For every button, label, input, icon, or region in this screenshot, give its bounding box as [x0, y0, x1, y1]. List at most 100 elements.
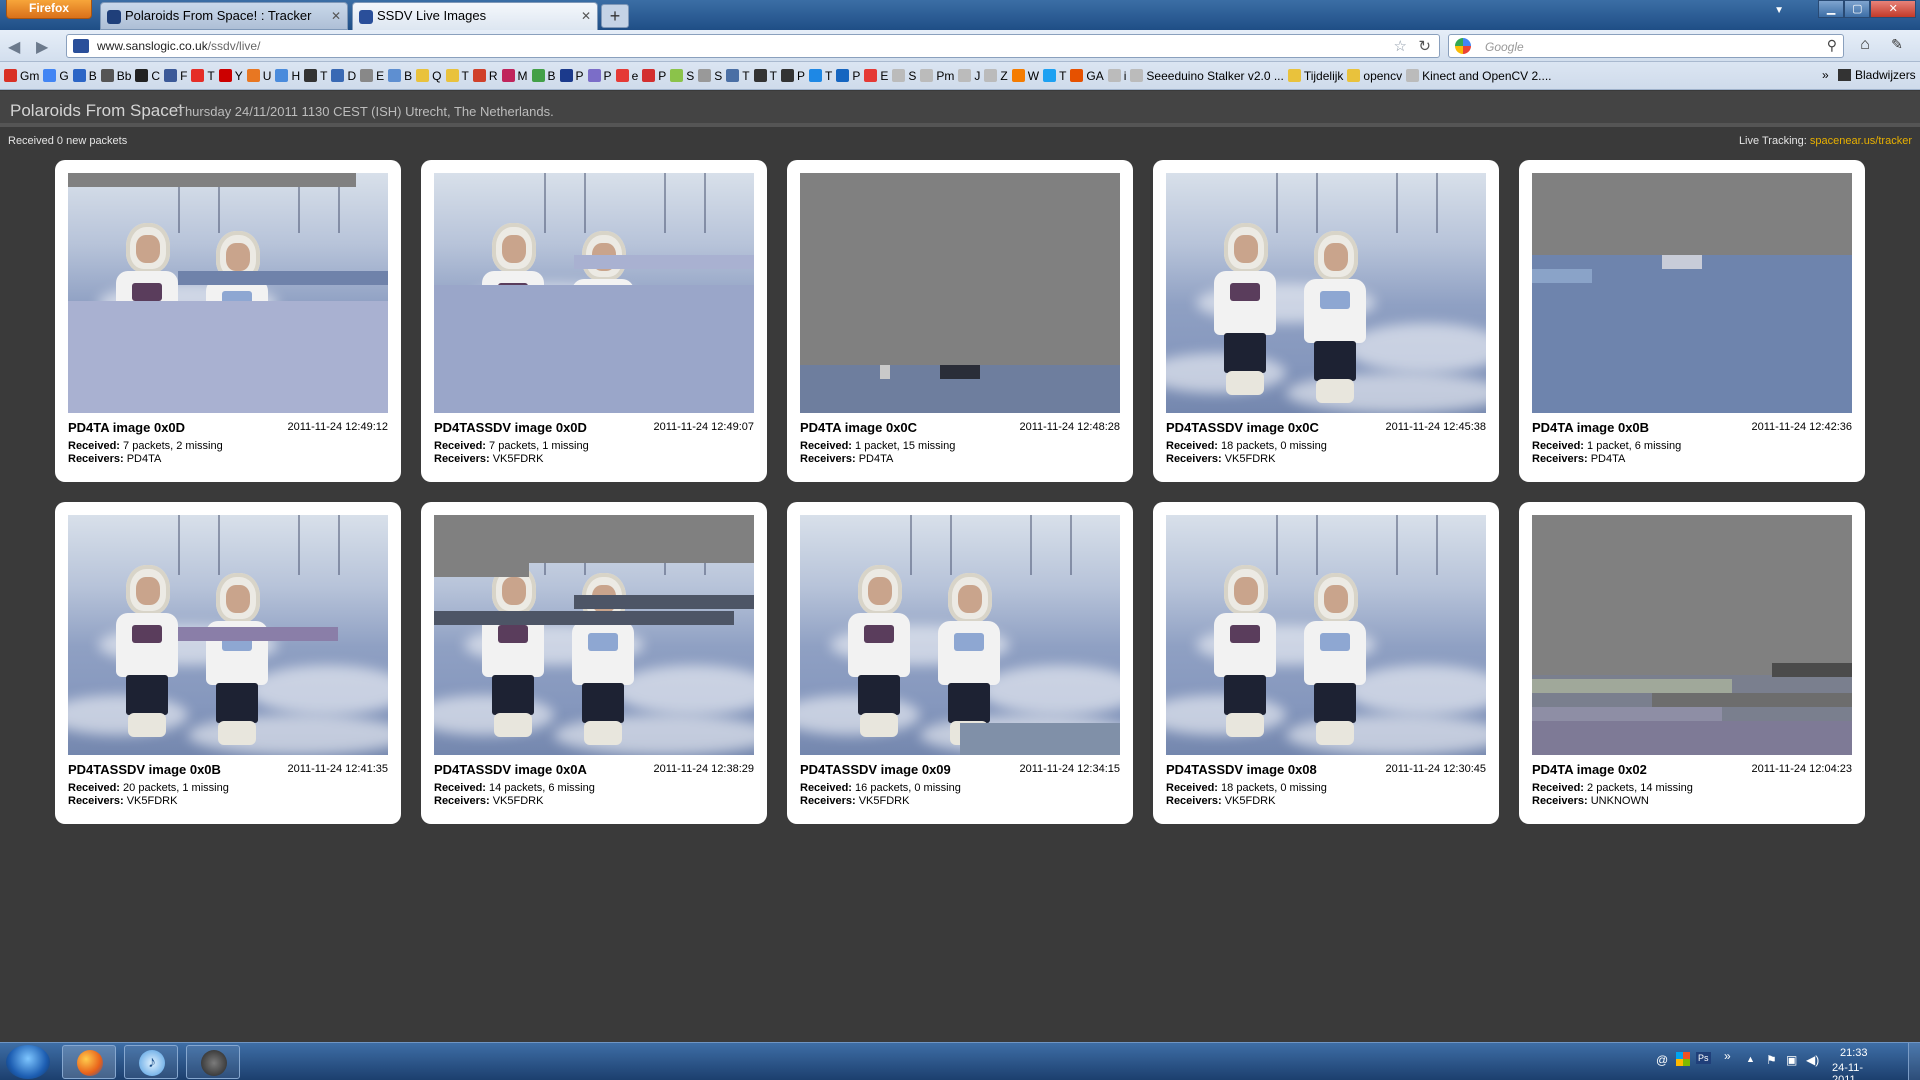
bookmark-item[interactable]: Q — [416, 68, 442, 84]
bookmark-item[interactable]: T — [1043, 68, 1066, 84]
bookmark-item[interactable]: T — [191, 68, 215, 84]
bookmark-item[interactable]: W — [1011, 68, 1039, 84]
close-tab-icon[interactable]: ✕ — [331, 3, 341, 29]
image-card[interactable]: PD4TASSDV image 0x0B 2011-11-24 12:41:35 R… — [55, 502, 401, 824]
ssdv-image-thumbnail[interactable] — [1166, 515, 1486, 755]
bookmark-item[interactable]: Tijdelijk — [1287, 68, 1343, 84]
tab-tracker[interactable]: Polaroids From Space! : Tracker ✕ — [100, 2, 348, 30]
bookmark-item[interactable]: H — [275, 68, 300, 84]
taskbar-steam-icon[interactable] — [186, 1045, 240, 1079]
ssdv-image-thumbnail[interactable] — [68, 515, 388, 755]
image-card[interactable]: PD4TASSDV image 0x0A 2011-11-24 12:38:29 R… — [421, 502, 767, 824]
clock-time[interactable]: 21:33 — [1840, 1047, 1868, 1059]
bookmark-item[interactable]: Pm — [920, 68, 954, 84]
bookmark-item[interactable]: C — [135, 68, 160, 84]
bookmark-item[interactable]: Kinect and OpenCV 2.... — [1406, 68, 1552, 84]
bookmark-item[interactable]: D — [331, 68, 356, 84]
image-card[interactable]: PD4TASSDV image 0x08 2011-11-24 12:30:45 R… — [1153, 502, 1499, 824]
bookmark-item[interactable]: Y — [218, 68, 243, 84]
image-card[interactable]: PD4TASSDV image 0x0D 2011-11-24 12:49:07 R… — [421, 160, 767, 482]
bookmark-item[interactable]: e — [615, 68, 638, 84]
bookmark-item[interactable]: E — [360, 68, 384, 84]
taskbar-itunes-icon[interactable]: ♪ — [124, 1045, 178, 1079]
bookmarks-folder[interactable]: Bladwijzers — [1838, 68, 1916, 82]
ssdv-image-thumbnail[interactable] — [1166, 173, 1486, 413]
bookmarks-more-chevron-icon[interactable]: » — [1822, 68, 1829, 82]
bookmark-item[interactable]: R — [472, 68, 498, 84]
clock-date[interactable]: 24-11-2011 — [1832, 1062, 1880, 1080]
bookmark-item[interactable]: GA — [1070, 68, 1104, 84]
ssdv-image-thumbnail[interactable] — [68, 173, 388, 413]
show-desktop-button[interactable] — [1908, 1043, 1920, 1080]
forward-arrow-icon[interactable]: ▶ — [36, 37, 48, 57]
image-card[interactable]: PD4TA image 0x0B 2011-11-24 12:42:36 Recei… — [1519, 160, 1865, 482]
close-window-icon[interactable]: ✕ — [1870, 0, 1916, 18]
tray-arrow-up-icon[interactable]: ▲ — [1746, 1054, 1755, 1064]
bookmark-item[interactable]: P — [642, 68, 666, 84]
volume-icon[interactable]: ◀) — [1806, 1053, 1819, 1067]
bookmark-item[interactable]: P — [780, 68, 805, 84]
back-arrow-icon[interactable]: ◀ — [8, 37, 20, 57]
search-input[interactable]: Google — [1485, 40, 1524, 54]
bookmark-item[interactable]: J — [958, 68, 980, 84]
url-bar[interactable]: www.sanslogic.co.uk/ssdv/live/ ☆ ↻ — [66, 34, 1440, 58]
bookmark-item[interactable]: Seeeduino Stalker v2.0 ... — [1130, 68, 1284, 84]
bookmark-item[interactable]: G — [43, 68, 69, 84]
bookmark-item[interactable]: Z — [984, 68, 1008, 84]
tray-flag-icon[interactable] — [1676, 1052, 1690, 1066]
tab-ssdv-live[interactable]: SSDV Live Images ✕ — [352, 2, 598, 30]
google-search-engine-icon[interactable] — [1455, 38, 1471, 54]
bookmark-item[interactable]: B — [388, 68, 412, 84]
new-tab-button[interactable]: + — [601, 4, 629, 28]
bookmark-item[interactable]: T — [445, 68, 469, 84]
bookmark-item[interactable]: U — [246, 68, 271, 84]
minimize-icon[interactable]: ▁ — [1818, 0, 1845, 18]
image-card[interactable]: PD4TA image 0x0C 2011-11-24 12:48:28 Recei… — [787, 160, 1133, 482]
bookmark-item[interactable]: T — [753, 68, 777, 84]
bookmark-item[interactable]: opencv — [1347, 68, 1402, 84]
bookmark-item[interactable]: M — [501, 68, 528, 84]
ssdv-image-thumbnail[interactable] — [800, 515, 1120, 755]
image-card[interactable]: PD4TA image 0x0D 2011-11-24 12:49:12 Recei… — [55, 160, 401, 482]
bookmark-item[interactable]: S — [698, 68, 722, 84]
tray-expand-chevron-icon[interactable]: » — [1724, 1049, 1731, 1063]
bookmark-item[interactable]: E — [864, 68, 888, 84]
ssdv-image-thumbnail[interactable] — [434, 515, 754, 755]
ssdv-image-thumbnail[interactable] — [800, 173, 1120, 413]
bookmark-item[interactable]: S — [892, 68, 916, 84]
network-icon[interactable]: ▣ — [1786, 1053, 1797, 1067]
ssdv-image-thumbnail[interactable] — [1532, 515, 1852, 755]
bookmark-item[interactable]: S — [670, 68, 694, 84]
bookmark-item[interactable]: P — [559, 68, 584, 84]
search-bar[interactable]: Google ⚲ — [1448, 34, 1844, 58]
image-card[interactable]: PD4TA image 0x02 2011-11-24 12:04:23 Recei… — [1519, 502, 1865, 824]
tab-list-chevron-icon[interactable]: ▼ — [1774, 5, 1784, 16]
reload-icon[interactable]: ↻ — [1418, 37, 1431, 55]
bookmark-star-icon[interactable]: ☆ — [1394, 37, 1407, 55]
bookmark-item[interactable]: T — [726, 68, 750, 84]
url-text[interactable]: www.sanslogic.co.uk/ssdv/live/ — [97, 39, 260, 53]
addon-icon[interactable]: ✎ — [1884, 36, 1910, 56]
search-magnifier-icon[interactable]: ⚲ — [1827, 37, 1837, 54]
bookmark-item[interactable]: T — [304, 68, 327, 84]
bookmark-item[interactable]: T — [809, 68, 832, 84]
action-center-flag-icon[interactable]: ⚑ — [1766, 1053, 1777, 1067]
bookmark-item[interactable]: Gm — [4, 68, 39, 84]
close-tab-icon[interactable]: ✕ — [581, 3, 591, 29]
bookmark-item[interactable]: P — [836, 68, 860, 84]
tray-ps-icon[interactable]: Ps — [1696, 1052, 1711, 1064]
bookmark-item[interactable]: Bb — [100, 68, 131, 84]
image-card[interactable]: PD4TASSDV image 0x09 2011-11-24 12:34:15 R… — [787, 502, 1133, 824]
bookmark-item[interactable]: B — [531, 68, 556, 84]
firefox-menu-button[interactable]: Firefox — [6, 0, 92, 19]
windows-start-button-icon[interactable] — [6, 1045, 50, 1079]
bookmark-item[interactable]: P — [587, 68, 612, 84]
bookmark-item[interactable]: i — [1107, 68, 1126, 84]
ssdv-image-thumbnail[interactable] — [1532, 173, 1852, 413]
bookmark-item[interactable]: F — [164, 68, 187, 84]
ssdv-image-thumbnail[interactable] — [434, 173, 754, 413]
bookmark-item[interactable]: B — [72, 68, 97, 84]
site-identity-icon[interactable] — [73, 39, 89, 53]
taskbar-firefox-icon[interactable] — [62, 1045, 116, 1079]
maximize-icon[interactable]: ▢ — [1844, 0, 1871, 18]
